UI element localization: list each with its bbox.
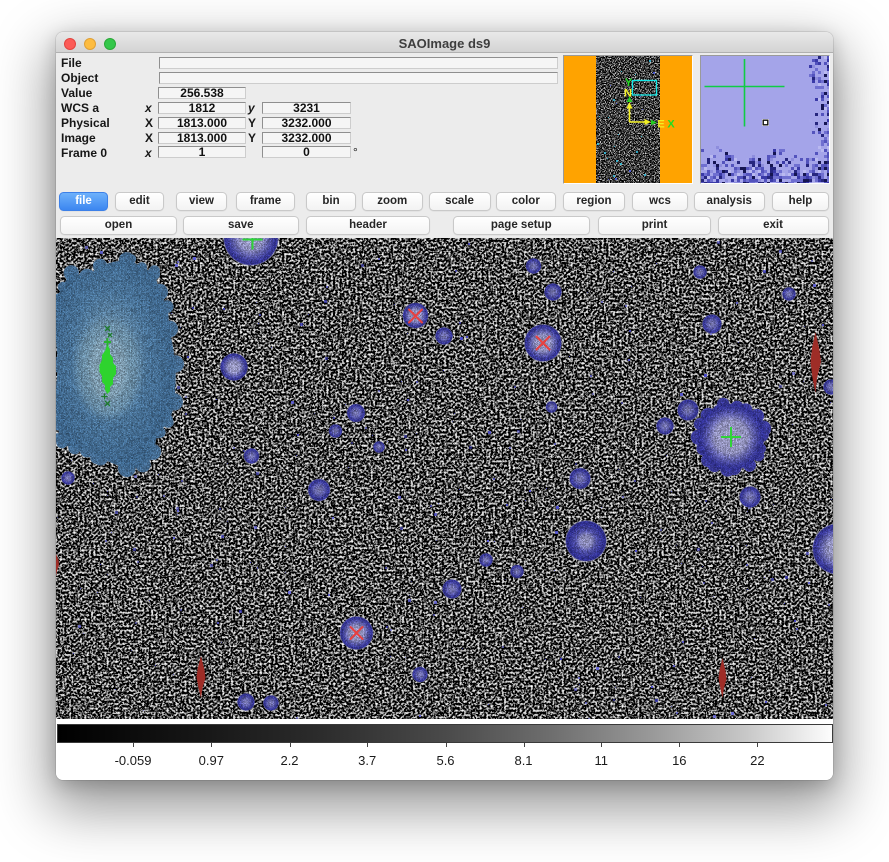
svg-text:E: E — [657, 119, 664, 131]
svg-text:N: N — [624, 88, 632, 100]
svg-text:X: X — [667, 119, 675, 131]
